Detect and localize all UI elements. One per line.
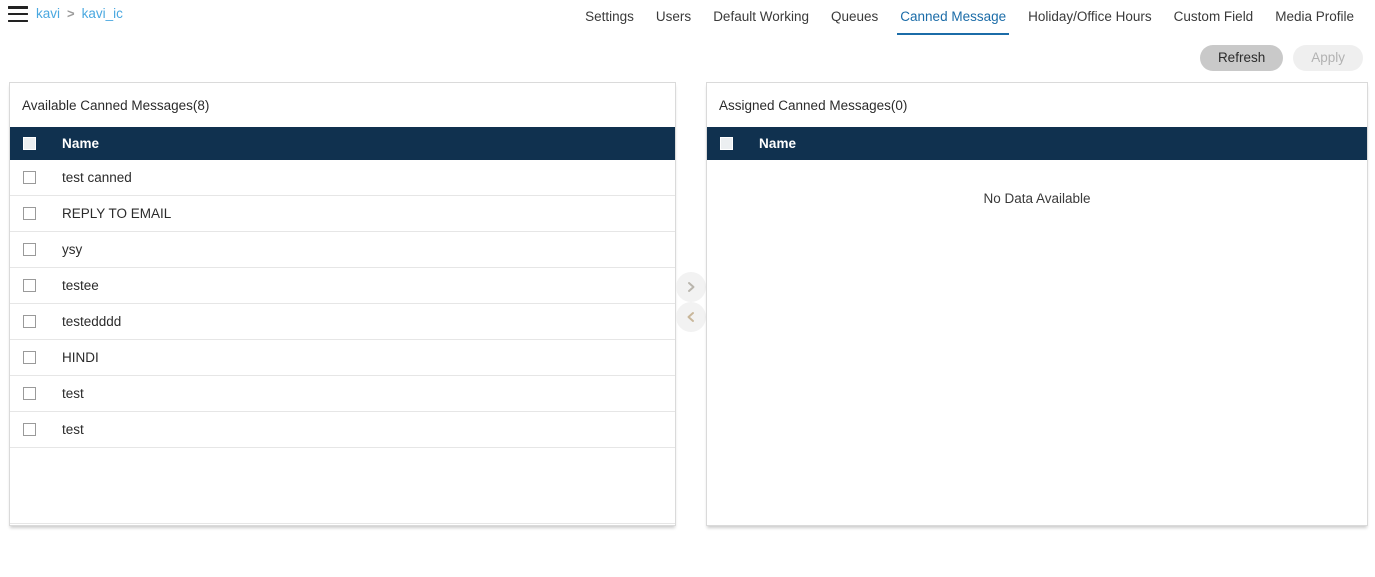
transfer-board: Available Canned Messages(8) Name test c… [0,82,1375,542]
table-row[interactable]: test [10,412,675,448]
breadcrumb: kavi > kavi_ic [36,5,123,23]
breadcrumb-separator-icon: > [67,6,75,21]
available-select-all-cell [10,137,62,150]
apply-button: Apply [1293,45,1363,71]
breadcrumb-item-root[interactable]: kavi [36,5,60,23]
row-checkbox[interactable] [23,387,36,400]
assigned-canned-messages-panel: Assigned Canned Messages(0) Name No Data… [706,82,1368,526]
available-column-header-name: Name [62,136,100,151]
assigned-empty-message: No Data Available [983,191,1091,206]
row-checkbox[interactable] [23,279,36,292]
assigned-select-all-checkbox[interactable] [720,137,733,150]
transfer-controls [675,272,707,332]
row-checkbox[interactable] [23,207,36,220]
nav-tabs: Settings Users Default Working Queues Ca… [574,0,1365,35]
assigned-table-header: Name [707,127,1367,160]
tab-default-working[interactable]: Default Working [702,0,820,35]
assigned-panel-title: Assigned Canned Messages(0) [707,83,1367,127]
table-row[interactable]: ysy [10,232,675,268]
row-checkbox[interactable] [23,243,36,256]
available-panel-title: Available Canned Messages(8) [10,83,675,127]
chevron-right-icon [684,280,698,294]
tab-custom-field[interactable]: Custom Field [1163,0,1265,35]
row-checkbox[interactable] [23,171,36,184]
row-name: testedddd [62,314,122,329]
assigned-table-body: No Data Available [707,160,1367,206]
assigned-column-header-name: Name [759,136,797,151]
row-checkbox-cell [10,171,62,184]
row-name: REPLY TO EMAIL [62,206,172,221]
table-row[interactable]: test canned [10,160,675,196]
available-canned-messages-panel: Available Canned Messages(8) Name test c… [9,82,676,526]
row-checkbox-cell [10,351,62,364]
breadcrumb-item-current[interactable]: kavi_ic [82,5,123,23]
table-row[interactable]: HINDI [10,340,675,376]
table-row[interactable]: testedddd [10,304,675,340]
row-checkbox-cell [10,423,62,436]
chevron-left-icon [684,310,698,324]
tab-settings[interactable]: Settings [574,0,645,35]
hamburger-line [8,12,28,16]
row-checkbox[interactable] [23,315,36,328]
hamburger-line [8,19,28,22]
row-checkbox-cell [10,279,62,292]
row-checkbox-cell [10,387,62,400]
row-checkbox-cell [10,315,62,328]
tab-media-profile[interactable]: Media Profile [1264,0,1365,35]
table-row[interactable]: test [10,376,675,412]
available-select-all-checkbox[interactable] [23,137,36,150]
row-name: test [62,422,84,437]
available-table-filler [10,448,675,524]
row-checkbox-cell [10,207,62,220]
available-table-header: Name [10,127,675,160]
table-row[interactable]: testee [10,268,675,304]
tab-queues[interactable]: Queues [820,0,889,35]
action-bar: Refresh Apply [1199,45,1363,71]
row-name: testee [62,278,99,293]
row-checkbox[interactable] [23,351,36,364]
row-checkbox-cell [10,243,62,256]
unassign-button[interactable] [676,302,706,332]
row-name: test [62,386,84,401]
available-table-body: test canned REPLY TO EMAIL ysy testee te… [10,160,675,524]
hamburger-line [8,6,28,9]
row-name: HINDI [62,350,99,365]
row-name: ysy [62,242,83,257]
row-checkbox[interactable] [23,423,36,436]
hamburger-menu-icon[interactable] [8,6,28,22]
top-bar: kavi > kavi_ic Settings Users Default Wo… [0,0,1375,35]
tab-canned-message[interactable]: Canned Message [889,0,1017,35]
refresh-button[interactable]: Refresh [1199,45,1284,71]
table-row[interactable]: REPLY TO EMAIL [10,196,675,232]
row-name: test canned [62,170,132,185]
tab-holiday-office-hours[interactable]: Holiday/Office Hours [1017,0,1163,35]
assigned-select-all-cell [707,137,759,150]
assign-button[interactable] [676,272,706,302]
tab-users[interactable]: Users [645,0,702,35]
